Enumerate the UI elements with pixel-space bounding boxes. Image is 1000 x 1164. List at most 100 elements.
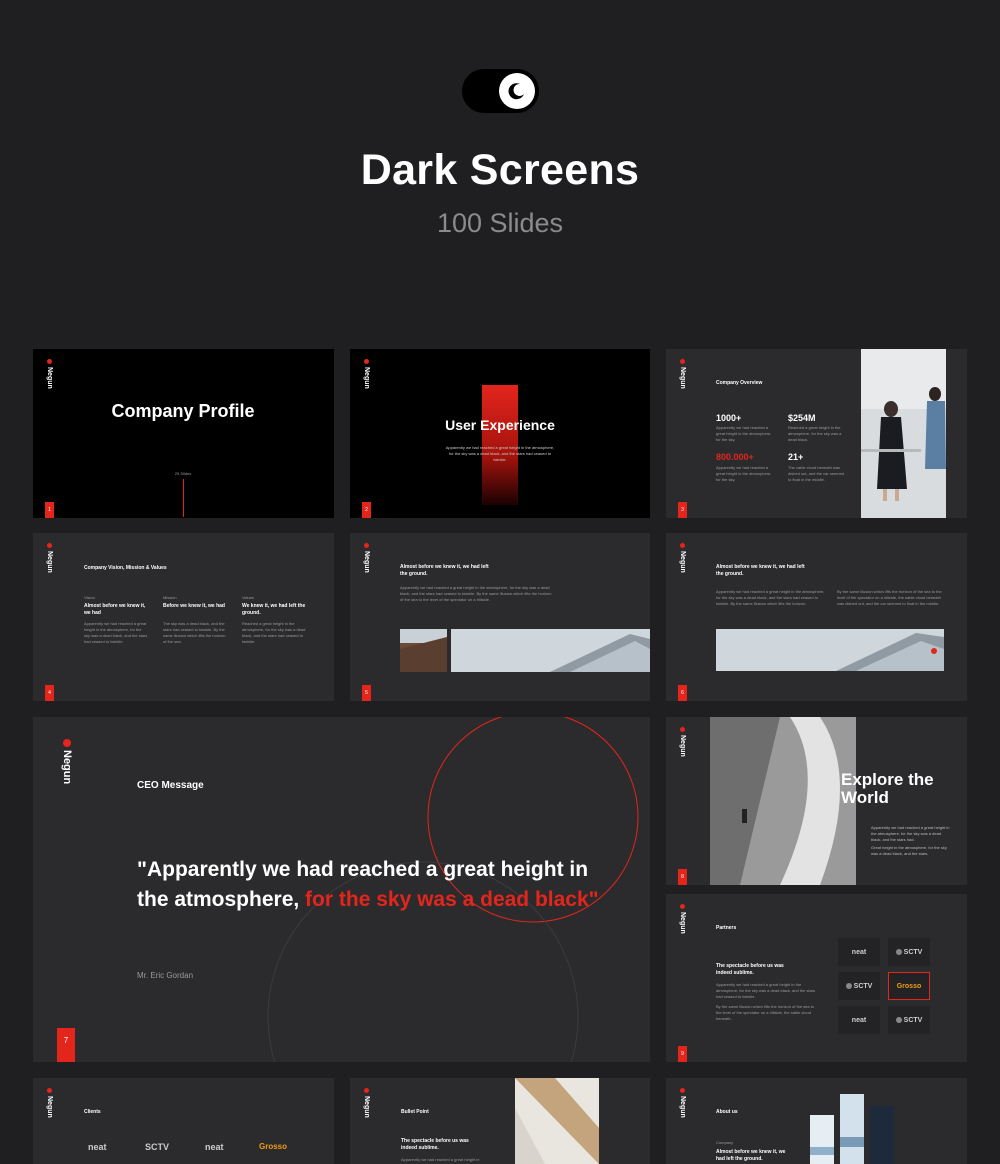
brand-logo: Negun	[679, 359, 686, 389]
slide-title: Company Profile	[111, 401, 255, 421]
brand-logo: Negun	[46, 543, 53, 573]
slide-subheading: Almost before we knew it, we had left th…	[716, 1149, 786, 1162]
slide-body: Apparently we had reached a great height…	[400, 585, 552, 602]
slide-number: 3	[678, 502, 687, 518]
client-logo-neat: neat	[205, 1142, 224, 1152]
stat-value: $254M	[788, 413, 816, 423]
slide-thumbnail-12[interactable]: Negun About us Company Almost before we …	[666, 1078, 967, 1164]
slide-body: Apparently we had reached a great height…	[716, 982, 816, 999]
stat-text: The cable cloud beneath was dished out, …	[788, 465, 845, 482]
slide-body-2: Great height in the atmosphere, for the …	[871, 845, 947, 856]
slide-subheading: The spectacle before us was indeed subli…	[401, 1138, 469, 1151]
slide-thumbnail-6[interactable]: Negun Almost before we knew it, we had l…	[666, 533, 967, 701]
slide-number: 1	[45, 502, 54, 518]
slide-thumbnail-5[interactable]: Negun Almost before we knew it, we had l…	[350, 533, 650, 701]
slide-number: 4	[45, 685, 54, 701]
slide-thumbnail-8[interactable]: Negun Explore the World Apparently we ha…	[666, 717, 967, 885]
stat-text: Apparently we had reached a great height…	[716, 425, 772, 442]
slide-number: 6	[678, 685, 687, 701]
brand-logo: Negun	[46, 359, 53, 389]
column-label: Vision	[84, 595, 95, 600]
slide-body: Apparently we had reached a great height…	[401, 1157, 480, 1162]
column-title: Almost before we knew it, we had	[84, 603, 146, 616]
brand-logo: Negun	[363, 359, 370, 389]
stat-value: 800.000+	[716, 452, 754, 462]
brand-logo: Negun	[363, 543, 370, 573]
slide-thumbnail-10[interactable]: Negun Clients neat SCTV neat Grosso	[33, 1078, 334, 1164]
page-subtitle: 100 Slides	[436, 208, 564, 238]
photo-strips	[810, 1094, 894, 1164]
brand-logo: Negun	[46, 1088, 53, 1118]
column-label: Values	[242, 595, 254, 600]
partner-logo-sctv: SCTV	[888, 1006, 930, 1034]
quote-author: Mr. Eric Gordan	[137, 971, 194, 980]
slide-heading: Company Vision, Mission & Values	[84, 565, 167, 571]
column-label: Mission	[163, 595, 177, 600]
slide-body: Apparently we had reached a great height…	[871, 825, 950, 842]
column-body: Apparently we had reached a great height…	[84, 621, 148, 644]
partner-logo-grosso: Grosso	[888, 972, 930, 1000]
brand-logo: Negun	[61, 739, 73, 784]
column-body: The sky was a dead black, and the stars …	[163, 621, 226, 644]
slide-thumbnail-9[interactable]: Negun Partners The spectacle before us w…	[666, 894, 967, 1062]
column-title: Before we knew it, we had	[163, 603, 225, 609]
slide-number: 9	[678, 1046, 687, 1062]
slide-thumbnail-7[interactable]: Negun CEO Message "Apparently we had rea…	[33, 717, 650, 1062]
brand-logo: Negun	[679, 543, 686, 573]
slide-count: 25 Slides	[174, 471, 192, 476]
slide-number: 5	[362, 685, 371, 701]
slide-heading: CEO Message	[137, 780, 204, 791]
slide-heading: Partners	[716, 925, 737, 931]
toggle-knob	[499, 73, 535, 109]
column-body: Reached a great height in the atmosphere…	[242, 621, 306, 644]
stat-value: 21+	[788, 452, 804, 462]
slide-number: 2	[362, 502, 371, 518]
slide-thumbnail-11[interactable]: Negun Bullet Point The spectacle before …	[350, 1078, 650, 1164]
column-title: We knew it, we had left the ground.	[242, 603, 306, 616]
brand-logo: Negun	[679, 727, 686, 757]
slide-heading: About us	[716, 1109, 738, 1115]
slide-thumbnail-4[interactable]: Negun Company Vision, Mission & Values V…	[33, 533, 334, 701]
divider-line	[183, 479, 184, 517]
dark-mode-toggle[interactable]	[462, 69, 539, 113]
stat-text: Reached a great height in the atmosphere…	[788, 425, 842, 442]
building-photo	[716, 629, 944, 671]
slide-number: 7	[57, 1028, 75, 1062]
slide-heading: Bullet Point	[401, 1109, 429, 1115]
partner-logo-sctv: SCTV	[838, 972, 880, 1000]
slide-title: Explore the World	[841, 770, 934, 807]
partner-logo-neat: neat	[838, 938, 880, 966]
slide-heading: Almost before we knew it, we had left th…	[400, 564, 489, 577]
building-photos	[400, 629, 650, 672]
client-logo-grosso: Grosso	[259, 1142, 288, 1151]
slide-body: Apparently we had reached a great height…	[716, 589, 825, 606]
slide-label: Company	[716, 1140, 734, 1145]
slide-number: 8	[678, 869, 687, 885]
brand-logo: Negun	[363, 1088, 370, 1118]
partner-logo-neat: neat	[838, 1006, 880, 1034]
client-logo-sctv: SCTV	[145, 1142, 170, 1152]
stat-value: 1000+	[716, 413, 742, 423]
page-title: Dark Screens	[360, 146, 640, 194]
office-photo	[861, 349, 946, 518]
staircase-photo	[710, 717, 856, 885]
slide-thumbnail-1[interactable]: Negun Company Profile 25 Slides 1	[33, 349, 334, 518]
moon-icon	[508, 83, 524, 100]
partner-logo-sctv: SCTV	[888, 938, 930, 966]
ceo-quote: "Apparently we had reached a great heigh…	[137, 858, 599, 911]
architecture-photo	[515, 1078, 599, 1164]
slide-heading: Company Overview	[716, 380, 763, 386]
slide-description: Apparently we had reached a great height…	[445, 445, 555, 462]
slide-heading: Almost before we knew it, we had left th…	[716, 564, 805, 577]
client-logo-neat: neat	[88, 1142, 107, 1152]
slide-body-2: By the same illusion which lifts the hor…	[716, 1004, 815, 1021]
slide-thumbnail-2[interactable]: Negun User Experience Apparently we had …	[350, 349, 650, 518]
slide-title: User Experience	[445, 417, 555, 433]
slide-body-2: By the same illusion which lifts the hor…	[837, 589, 942, 606]
stat-text: Apparently we had reached a great height…	[716, 465, 772, 482]
brand-logo: Negun	[679, 1088, 686, 1118]
slide-thumbnail-3[interactable]: Negun Company Overview 1000+ Apparently …	[666, 349, 967, 518]
brand-logo: Negun	[679, 904, 686, 934]
slide-heading: Clients	[84, 1109, 101, 1115]
slide-subheading: The spectacle before us was indeed subli…	[716, 963, 784, 976]
